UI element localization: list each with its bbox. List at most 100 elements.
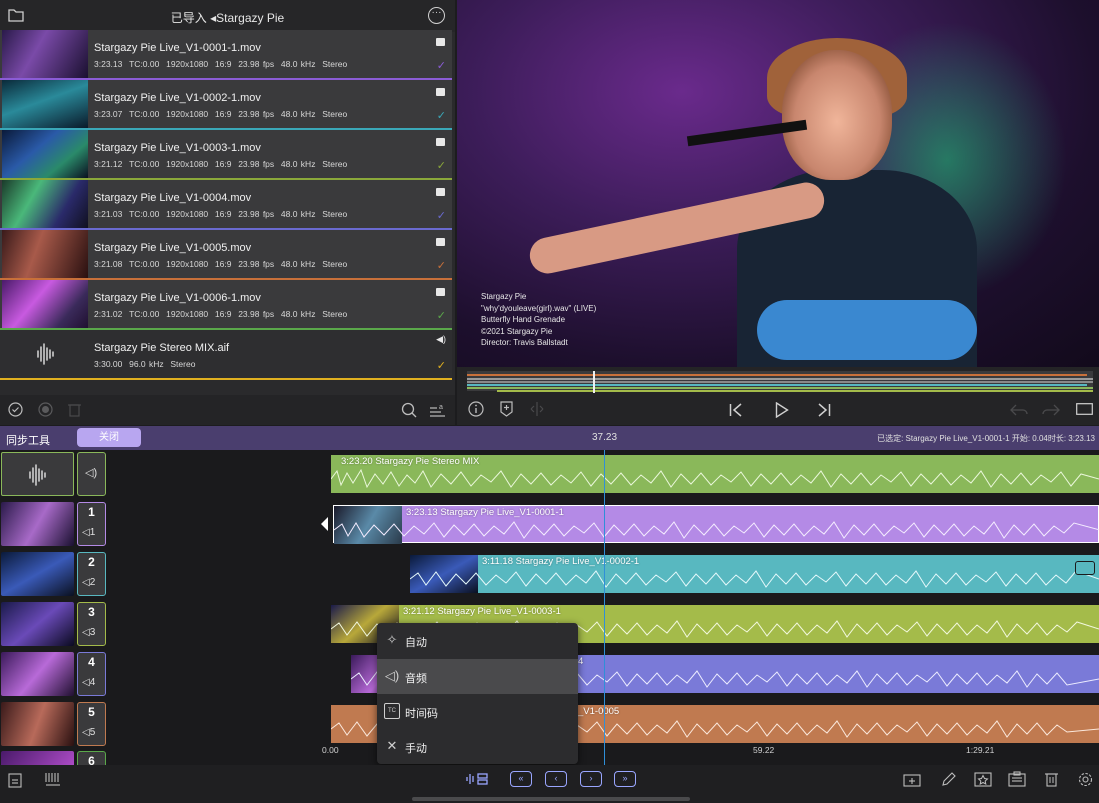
track-thumbnail[interactable]	[1, 552, 74, 596]
clip-meta: 3:23.07 TC:0.00 1920x1080 16:9 23.98 fps…	[94, 109, 348, 119]
scrubber-playhead[interactable]	[593, 371, 595, 393]
mix-track-header[interactable]	[1, 452, 74, 496]
fullscreen-icon[interactable]	[1076, 403, 1093, 415]
marker-icon[interactable]	[500, 401, 513, 417]
clip-row[interactable]: Stargazy Pie Live_V1-0002-1.mov 3:23.07 …	[0, 80, 452, 130]
video-credits: Stargazy Pie "why'dyouleave(girl).wav" (…	[481, 292, 597, 347]
corner-fold-icon	[436, 88, 445, 96]
sparkle-icon: ✧	[386, 632, 398, 647]
scrubber-track[interactable]	[467, 371, 1093, 393]
clip-end-marker[interactable]	[1075, 561, 1095, 575]
first-clip-icon[interactable]: «	[510, 771, 532, 787]
clip-meta: 3:21.08 TC:0.00 1920x1080 16:9 23.98 fps…	[94, 259, 348, 269]
corner-fold-icon	[436, 138, 445, 146]
record-icon[interactable]	[38, 402, 53, 417]
clip-meta: 3:21.03 TC:0.00 1920x1080 16:9 23.98 fps…	[94, 209, 348, 219]
ruler-tick-label: 0.00	[322, 745, 339, 755]
track-number-1[interactable]: 1 ◁1	[77, 502, 106, 546]
next-clip-icon[interactable]: ›	[580, 771, 602, 787]
sync-tools-label: 同步工具	[6, 435, 50, 447]
more-options-icon[interactable]: ···	[428, 7, 445, 24]
clip-row[interactable]: Stargazy Pie Stereo MIX.aif 3:30.00 96.0…	[0, 330, 452, 380]
timeline-clip-mix[interactable]: 3:23.20 Stargazy Pie Stereo MIX	[331, 455, 1099, 493]
clip-name: Stargazy Pie Live_V1-0002-1.mov	[94, 92, 261, 104]
menu-item-timecode[interactable]: TC 时间码	[377, 694, 578, 729]
clip-name: Stargazy Pie Live_V1-0001-1.mov	[94, 42, 261, 54]
undo-icon[interactable]	[1010, 403, 1028, 417]
mix-audio-toggle[interactable]: ◁)	[77, 452, 106, 496]
pencil-icon[interactable]	[941, 772, 956, 787]
clip-meta: 3:23.13 TC:0.00 1920x1080 16:9 23.98 fps…	[94, 59, 348, 69]
track-thumbnail[interactable]	[1, 602, 74, 646]
timeline-playhead[interactable]	[604, 450, 605, 765]
trash-icon[interactable]	[68, 402, 81, 417]
clip-row[interactable]: Stargazy Pie Live_V1-0001-1.mov 3:23.13 …	[0, 30, 452, 80]
add-clip-icon[interactable]	[903, 772, 921, 787]
clip-name: Stargazy Pie Live_V1-0004.mov	[94, 192, 252, 204]
audio-waveform	[334, 521, 1099, 539]
menu-item-auto[interactable]: ✧ 自动	[377, 623, 578, 658]
clip-thumbnail	[2, 130, 88, 178]
previous-clip-icon[interactable]: ‹	[545, 771, 567, 787]
track-thumbnail[interactable]	[1, 702, 74, 746]
clipboard-icon[interactable]	[1008, 771, 1026, 787]
grid-view-icon[interactable]	[45, 772, 61, 786]
clip-handle-left-icon[interactable]	[321, 517, 328, 531]
last-clip-icon[interactable]: »	[614, 771, 636, 787]
timeline-clip-1[interactable]: 3:23.13 Stargazy Pie Live_V1-0001-1	[333, 505, 1099, 544]
track-number-2[interactable]: 2 ◁2	[77, 552, 106, 596]
scrubber-lane	[467, 374, 1087, 376]
clip-row[interactable]: Stargazy Pie Live_V1-0004.mov 3:21.03 TC…	[0, 180, 452, 230]
corner-fold-icon	[436, 38, 445, 46]
clip-name: Stargazy Pie Live_V1-0006-1.mov	[94, 292, 261, 304]
clip-name: Stargazy Pie Live_V1-0003-1.mov	[94, 142, 261, 154]
clip-thumbnail	[2, 180, 88, 228]
clip-thumbnail	[2, 30, 88, 78]
search-icon[interactable]	[401, 402, 417, 418]
redo-icon[interactable]	[1042, 403, 1060, 417]
speaker-icon: ◁)	[384, 668, 400, 683]
home-indicator[interactable]	[412, 797, 690, 801]
audio-sync-icon[interactable]	[465, 772, 489, 786]
play-icon[interactable]	[775, 402, 789, 418]
clip-row[interactable]: Stargazy Pie Live_V1-0003-1.mov 3:21.12 …	[0, 130, 452, 180]
timeline-scrubber[interactable]	[457, 367, 1099, 395]
performer-face	[782, 50, 892, 180]
speaker-icon: ◀)	[436, 334, 446, 344]
checkmark-icon: ✓	[436, 360, 446, 372]
favorite-icon[interactable]	[974, 772, 992, 787]
selection-info: 已选定: Stargazy Pie Live_V1-0001-1 开始: 0.0…	[877, 434, 1095, 443]
import-icon[interactable]	[8, 771, 23, 788]
info-icon[interactable]	[468, 401, 484, 417]
clip-row[interactable]: Stargazy Pie Live_V1-0006-1.mov 2:31.02 …	[0, 280, 452, 330]
track-number-5[interactable]: 5 ◁5	[77, 702, 106, 746]
timeline-clip-2[interactable]: 3:11.18 Stargazy Pie Live_V1-0002-1	[410, 555, 1099, 593]
clip-name: Stargazy Pie Stereo MIX.aif	[94, 342, 230, 354]
settings-gear-icon[interactable]	[1077, 771, 1094, 788]
menu-item-audio[interactable]: ◁) 音频	[377, 659, 578, 694]
clip-row[interactable]: Stargazy Pie Live_V1-0005.mov 3:21.08 TC…	[0, 230, 452, 280]
waveform-icon	[29, 464, 46, 486]
menu-item-manual[interactable]: ✕ 手动	[377, 729, 578, 764]
browser-header: 已导入 ◂Stargazy Pie ···	[0, 0, 455, 32]
track-thumbnail[interactable]	[1, 652, 74, 696]
skip-back-icon[interactable]	[729, 403, 743, 417]
skip-forward-icon[interactable]	[817, 403, 831, 417]
corner-fold-icon	[436, 238, 445, 246]
trash-icon[interactable]	[1045, 771, 1058, 787]
close-button[interactable]: 关闭	[77, 428, 141, 447]
track-thumbnail[interactable]	[1, 502, 74, 546]
split-icon[interactable]	[530, 402, 544, 416]
video-viewer[interactable]: Stargazy Pie "why'dyouleave(girl).wav" (…	[457, 0, 1099, 367]
browser-title[interactable]: 已导入 ◂Stargazy Pie	[0, 9, 455, 26]
current-time: 37.23	[592, 432, 618, 443]
ruler-tick-label: 59.22	[753, 745, 775, 755]
track-number-3[interactable]: 3 ◁3	[77, 602, 106, 646]
sort-icon[interactable]: a	[429, 401, 446, 418]
track-number-4[interactable]: 4 ◁4	[77, 652, 106, 696]
select-check-icon[interactable]	[8, 402, 23, 417]
clip-thumbnail	[2, 330, 88, 378]
scrubber-lane	[467, 387, 1093, 389]
clip-color-bar	[0, 378, 452, 380]
corner-fold-icon	[436, 288, 445, 296]
